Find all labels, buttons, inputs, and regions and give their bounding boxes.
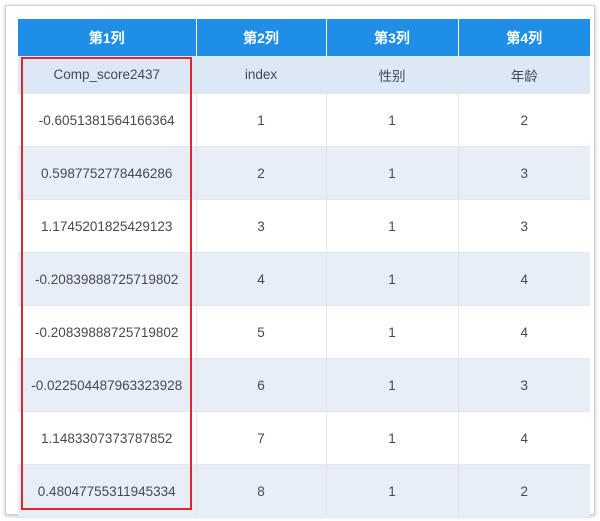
table-row: 1.1483307373787852 7 1 4 (18, 411, 590, 465)
table-cell[interactable]: -0.20839888725719802 (18, 252, 197, 306)
table-cell[interactable]: -0.022504487963323928 (18, 358, 197, 412)
table-cell[interactable]: 3 (196, 199, 327, 253)
table-cell[interactable]: 4 (458, 252, 590, 306)
subheader-cell: 性别 (326, 56, 459, 94)
column-header[interactable]: 第1列 (18, 19, 197, 56)
table-cell[interactable]: 5 (196, 305, 327, 359)
table-frame: 第1列 第2列 第3列 第4列 Comp_score2437 index 性别 … (5, 5, 595, 518)
table-cell[interactable]: 1 (326, 411, 459, 465)
table-cell[interactable]: 0.48047755311945334 (18, 464, 197, 518)
data-table: 第1列 第2列 第3列 第4列 Comp_score2437 index 性别 … (18, 19, 590, 518)
table-cell[interactable]: 1 (326, 199, 459, 253)
table-row: 0.48047755311945334 8 1 2 (18, 464, 590, 518)
table-cell[interactable]: 7 (196, 411, 327, 465)
table-row: 1.1745201825429123 3 1 3 (18, 199, 590, 253)
table-cell[interactable]: 1 (326, 358, 459, 412)
table-cell[interactable]: -0.20839888725719802 (18, 305, 197, 359)
table-row: -0.6051381564166364 1 1 2 (18, 93, 590, 147)
table-cell[interactable]: 2 (458, 464, 590, 518)
table-cell[interactable]: 1 (326, 464, 459, 518)
subheader-cell: 年龄 (458, 56, 590, 94)
subheader-cell: index (196, 56, 327, 94)
table-cell[interactable]: 2 (196, 146, 327, 200)
table-row: 0.5987752778446286 2 1 3 (18, 146, 590, 200)
subheader-cell: Comp_score2437 (18, 56, 197, 94)
table-cell[interactable]: 1 (326, 93, 459, 147)
subheader-row: Comp_score2437 index 性别 年龄 (18, 56, 590, 94)
table-row: -0.20839888725719802 5 1 4 (18, 305, 590, 359)
table-cell[interactable]: 4 (458, 305, 590, 359)
table-cell[interactable]: 1.1745201825429123 (18, 199, 197, 253)
table-cell[interactable]: 1 (326, 252, 459, 306)
table-cell[interactable]: 6 (196, 358, 327, 412)
table-cell[interactable]: 0.5987752778446286 (18, 146, 197, 200)
table-cell[interactable]: 8 (196, 464, 327, 518)
column-header[interactable]: 第4列 (458, 19, 590, 56)
header-row: 第1列 第2列 第3列 第4列 (18, 19, 590, 56)
column-header[interactable]: 第2列 (196, 19, 327, 56)
table-cell[interactable]: -0.6051381564166364 (18, 93, 197, 147)
table-cell[interactable]: 3 (458, 358, 590, 412)
table-cell[interactable]: 3 (458, 146, 590, 200)
table-cell[interactable]: 4 (196, 252, 327, 306)
table-cell[interactable]: 1 (326, 146, 459, 200)
table-row: -0.20839888725719802 4 1 4 (18, 252, 590, 306)
table-cell[interactable]: 2 (458, 93, 590, 147)
table-cell[interactable]: 1.1483307373787852 (18, 411, 197, 465)
table-cell[interactable]: 4 (458, 411, 590, 465)
column-header[interactable]: 第3列 (326, 19, 459, 56)
table-cell[interactable]: 3 (458, 199, 590, 253)
table-cell[interactable]: 1 (196, 93, 327, 147)
table-cell[interactable]: 1 (326, 305, 459, 359)
table-row: -0.022504487963323928 6 1 3 (18, 358, 590, 412)
